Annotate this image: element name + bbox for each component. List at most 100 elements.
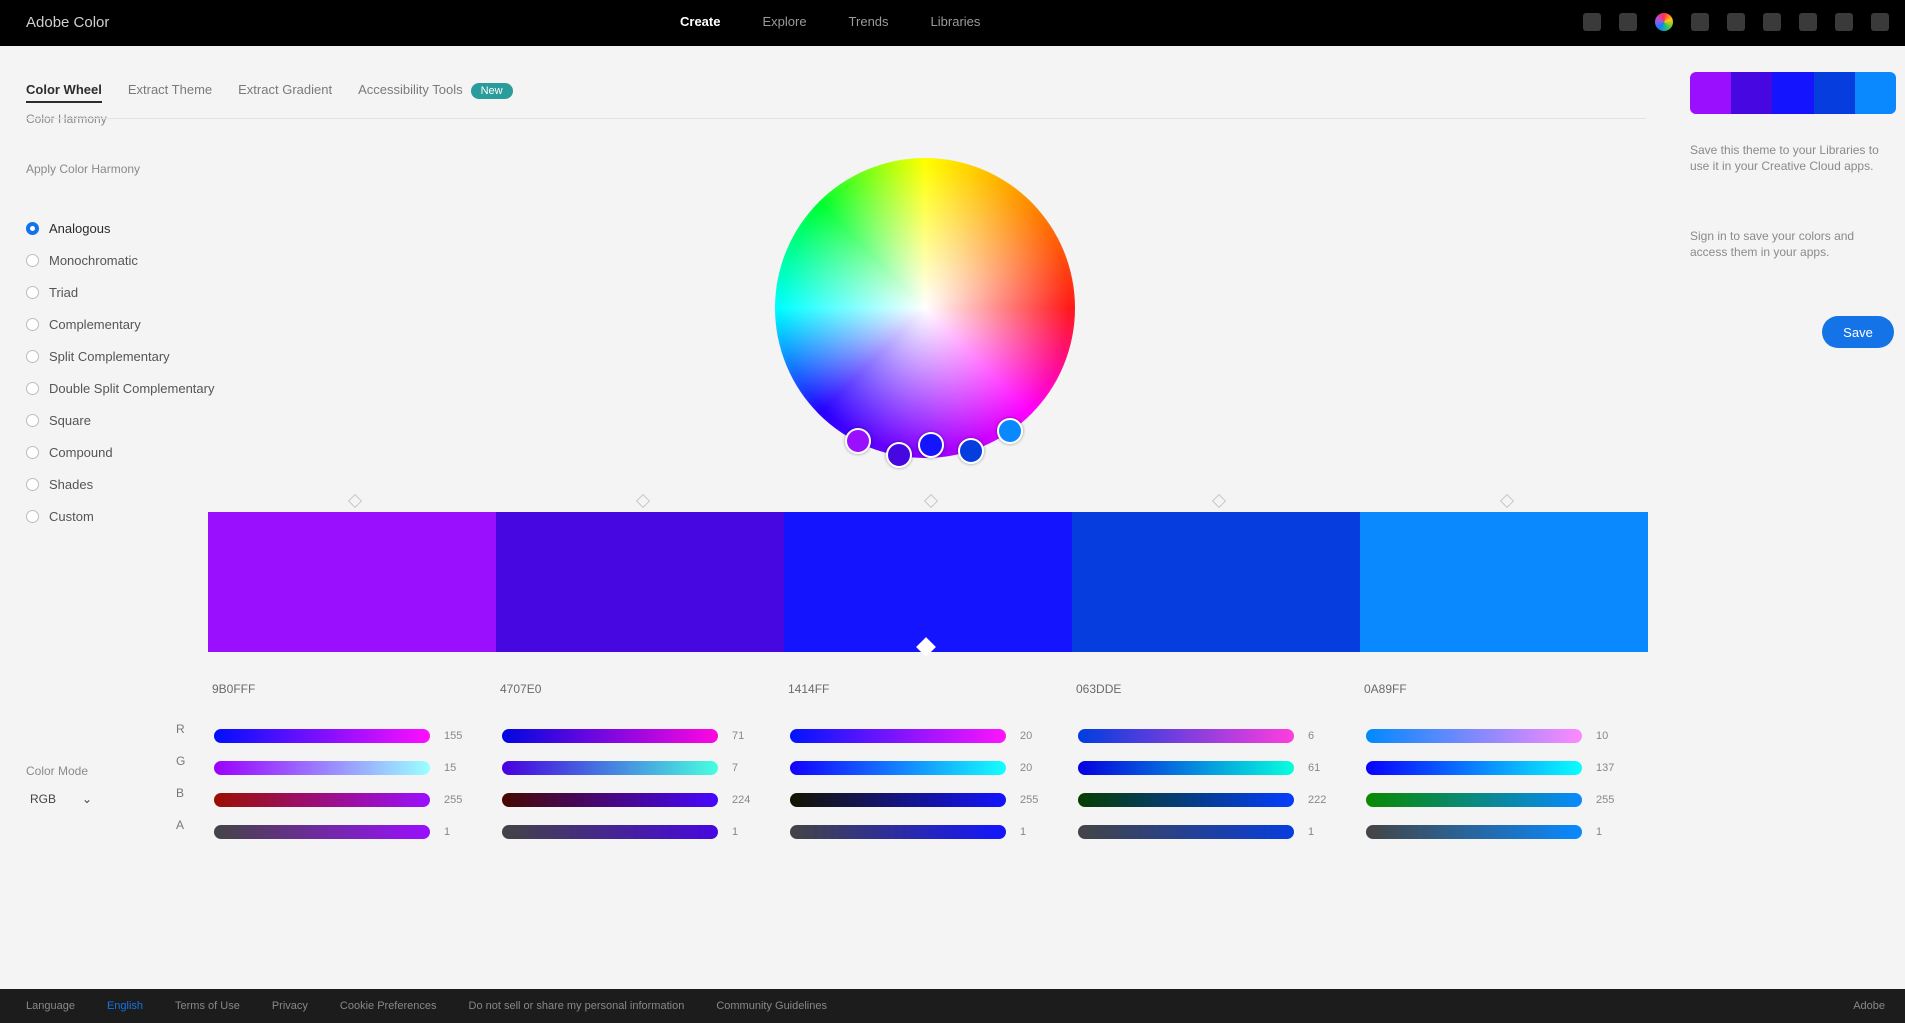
value-b[interactable]: 224 xyxy=(732,794,752,806)
tab-extract-gradient[interactable]: Extract Gradient xyxy=(238,82,332,103)
color-mode-select[interactable]: RGB ⌄ xyxy=(26,788,96,810)
rule-custom[interactable]: Custom xyxy=(26,500,214,532)
wheel-marker-5[interactable] xyxy=(997,418,1023,444)
swatch-handle-2[interactable] xyxy=(635,493,651,509)
radio-icon[interactable] xyxy=(26,381,39,395)
radio-icon[interactable] xyxy=(26,285,39,299)
slider-a[interactable] xyxy=(502,825,718,839)
color-wheel[interactable] xyxy=(775,158,1075,458)
swatch-handle-5[interactable] xyxy=(1499,493,1515,509)
value-a[interactable]: 1 xyxy=(1020,826,1040,838)
radio-icon[interactable] xyxy=(26,253,39,267)
libraries-icon[interactable] xyxy=(1763,13,1781,31)
apps-icon[interactable] xyxy=(1691,13,1709,31)
value-a[interactable]: 1 xyxy=(1596,826,1616,838)
slider-a[interactable] xyxy=(790,825,1006,839)
footer-adobe-logo[interactable]: Adobe xyxy=(1853,1000,1885,1012)
notification-icon[interactable] xyxy=(1727,13,1745,31)
save-button[interactable]: Save xyxy=(1822,316,1894,348)
radio-icon[interactable] xyxy=(26,445,39,459)
value-g[interactable]: 15 xyxy=(444,762,464,774)
rule-monochromatic[interactable]: Monochromatic xyxy=(26,244,214,276)
rule-square[interactable]: Square xyxy=(26,404,214,436)
swatch-2[interactable] xyxy=(496,512,784,652)
swatch-3[interactable] xyxy=(784,512,1072,652)
slider-g[interactable] xyxy=(502,761,718,775)
footer-language-link[interactable]: English xyxy=(107,1000,143,1012)
slider-b[interactable] xyxy=(1366,793,1582,807)
slider-r[interactable] xyxy=(1078,729,1294,743)
swatch-1[interactable] xyxy=(208,512,496,652)
radio-icon[interactable] xyxy=(26,477,39,491)
wheel-marker-1[interactable] xyxy=(845,428,871,454)
creative-cloud-icon[interactable] xyxy=(1655,13,1673,31)
value-a[interactable]: 1 xyxy=(1308,826,1328,838)
rule-shades[interactable]: Shades xyxy=(26,468,214,500)
rule-complementary[interactable]: Complementary xyxy=(26,308,214,340)
footer-privacy[interactable]: Privacy xyxy=(272,1000,308,1012)
value-g[interactable]: 20 xyxy=(1020,762,1040,774)
nav-create[interactable]: Create xyxy=(680,14,720,29)
swatch-handle-3[interactable] xyxy=(923,493,939,509)
hex-5[interactable]: 0A89FF xyxy=(1364,682,1407,696)
slider-a[interactable] xyxy=(1366,825,1582,839)
slider-g[interactable] xyxy=(790,761,1006,775)
slider-a[interactable] xyxy=(214,825,430,839)
hex-1[interactable]: 9B0FFF xyxy=(212,682,255,696)
slider-b[interactable] xyxy=(502,793,718,807)
swatch-handle-4[interactable] xyxy=(1211,493,1227,509)
nav-libraries[interactable]: Libraries xyxy=(931,14,981,29)
help-icon[interactable] xyxy=(1619,13,1637,31)
share-icon[interactable] xyxy=(1799,13,1817,31)
hex-4[interactable]: 063DDE xyxy=(1076,682,1121,696)
nav-trends[interactable]: Trends xyxy=(849,14,889,29)
swatch-5[interactable] xyxy=(1360,512,1648,652)
hex-2[interactable]: 4707E0 xyxy=(500,682,541,696)
slider-g[interactable] xyxy=(214,761,430,775)
value-r[interactable]: 155 xyxy=(444,730,464,742)
value-b[interactable]: 222 xyxy=(1308,794,1328,806)
radio-icon[interactable] xyxy=(26,413,39,427)
value-g[interactable]: 7 xyxy=(732,762,752,774)
value-r[interactable]: 71 xyxy=(732,730,752,742)
value-r[interactable]: 10 xyxy=(1596,730,1616,742)
settings-icon[interactable] xyxy=(1835,13,1853,31)
tab-color-wheel[interactable]: Color Wheel xyxy=(26,82,102,103)
swatch-handle-1[interactable] xyxy=(347,493,363,509)
radio-icon[interactable] xyxy=(26,221,39,235)
slider-b[interactable] xyxy=(790,793,1006,807)
rule-split-complementary[interactable]: Split Complementary xyxy=(26,340,214,372)
slider-g[interactable] xyxy=(1366,761,1582,775)
value-r[interactable]: 6 xyxy=(1308,730,1328,742)
search-icon[interactable] xyxy=(1583,13,1601,31)
footer-do-not-sell[interactable]: Do not sell or share my personal informa… xyxy=(469,1000,685,1012)
slider-r[interactable] xyxy=(790,729,1006,743)
avatar[interactable] xyxy=(1871,13,1889,31)
value-g[interactable]: 137 xyxy=(1596,762,1616,774)
app-brand[interactable]: Adobe Color xyxy=(26,14,109,31)
slider-r[interactable] xyxy=(1366,729,1582,743)
value-b[interactable]: 255 xyxy=(1020,794,1040,806)
wheel-marker-2[interactable] xyxy=(886,442,912,468)
value-a[interactable]: 1 xyxy=(732,826,752,838)
nav-explore[interactable]: Explore xyxy=(762,14,806,29)
slider-b[interactable] xyxy=(214,793,430,807)
wheel-marker-3[interactable] xyxy=(918,432,944,458)
radio-icon[interactable] xyxy=(26,349,39,363)
slider-r[interactable] xyxy=(502,729,718,743)
slider-r[interactable] xyxy=(214,729,430,743)
footer-cookies[interactable]: Cookie Preferences xyxy=(340,1000,437,1012)
slider-g[interactable] xyxy=(1078,761,1294,775)
rule-analogous[interactable]: Analogous xyxy=(26,212,214,244)
slider-a[interactable] xyxy=(1078,825,1294,839)
footer-terms[interactable]: Terms of Use xyxy=(175,1000,240,1012)
tab-accessibility[interactable]: Accessibility Tools New xyxy=(358,82,513,103)
radio-icon[interactable] xyxy=(26,509,39,523)
rule-compound[interactable]: Compound xyxy=(26,436,214,468)
slider-b[interactable] xyxy=(1078,793,1294,807)
value-a[interactable]: 1 xyxy=(444,826,464,838)
rule-triad[interactable]: Triad xyxy=(26,276,214,308)
hex-3[interactable]: 1414FF xyxy=(788,682,829,696)
radio-icon[interactable] xyxy=(26,317,39,331)
rule-double-split[interactable]: Double Split Complementary xyxy=(26,372,214,404)
